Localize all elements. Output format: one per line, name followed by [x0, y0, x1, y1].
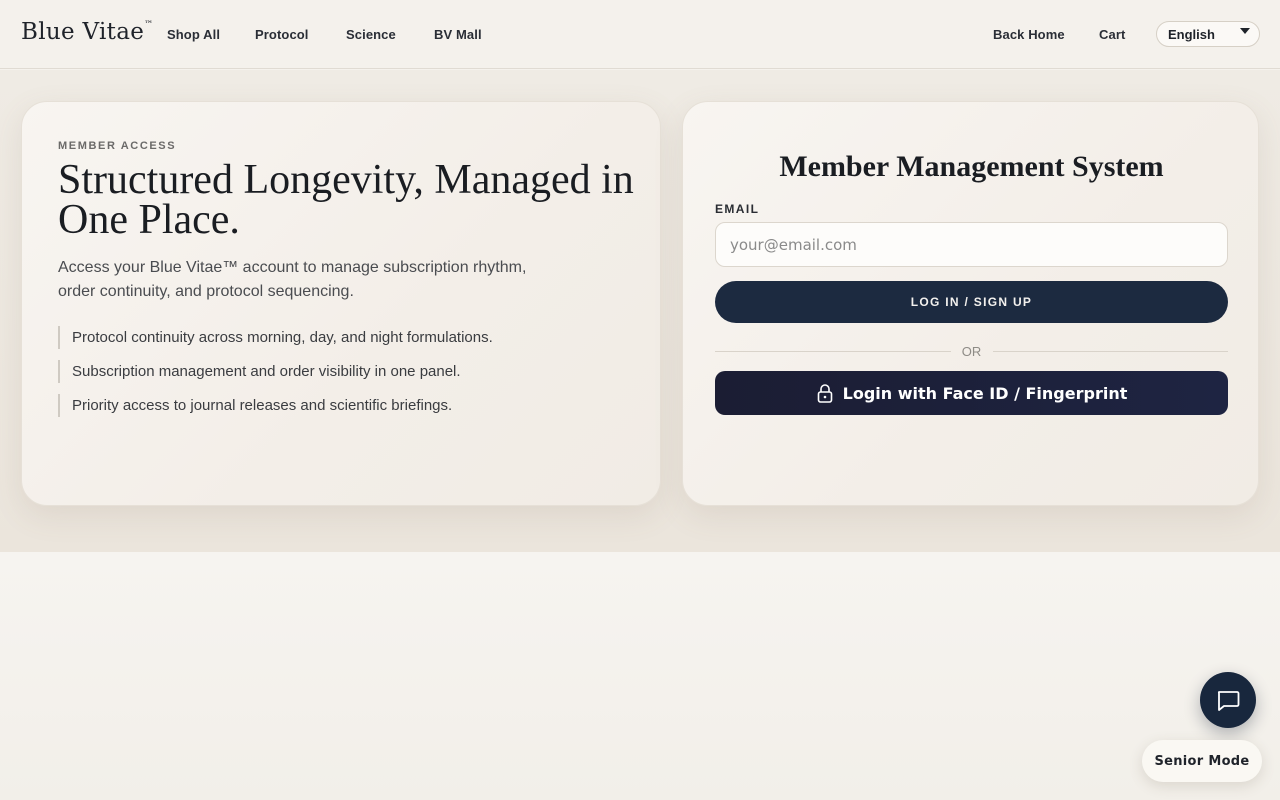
- intro-description: Access your Blue Vitae™ account to manag…: [58, 259, 527, 300]
- nav-protocol[interactable]: Protocol: [255, 27, 309, 42]
- biometric-login-label: Login with Face ID / Fingerprint: [842, 383, 1128, 403]
- or-divider: OR: [715, 343, 1228, 361]
- lock-icon: [817, 384, 832, 403]
- trademark-mark: ™: [144, 20, 154, 31]
- email-label: EMAIL: [715, 202, 760, 216]
- benefit-item: Subscription management and order visibi…: [58, 360, 493, 383]
- chevron-down-icon: [1240, 28, 1250, 34]
- site-header: Blue Vitae™ Shop All Protocol Science BV…: [0, 0, 1280, 69]
- nav-science[interactable]: Science: [346, 27, 396, 42]
- nav-shop-all[interactable]: Shop All: [167, 27, 220, 42]
- cart-link[interactable]: Cart: [1099, 27, 1125, 42]
- senior-mode-button[interactable]: Senior Mode: [1142, 740, 1262, 782]
- chat-button[interactable]: [1200, 672, 1256, 728]
- language-value: English: [1168, 27, 1215, 42]
- benefit-list: Protocol continuity across morning, day,…: [58, 326, 493, 428]
- brand-logo[interactable]: Blue Vitae™: [21, 19, 153, 45]
- login-signup-button[interactable]: LOG IN / SIGN UP: [715, 281, 1228, 323]
- login-title: Member Management System: [779, 150, 1164, 183]
- benefit-item: Protocol continuity across morning, day,…: [58, 326, 493, 349]
- intro-title: Structured Longevity, Managed in One Pla…: [58, 157, 634, 243]
- brand-name: Blue Vitae: [21, 19, 145, 45]
- login-card: Member Management System EMAIL LOG IN / …: [682, 101, 1259, 506]
- intro-eyebrow: MEMBER ACCESS: [58, 140, 177, 152]
- language-select[interactable]: English: [1156, 21, 1260, 47]
- intro-card: MEMBER ACCESS Structured Longevity, Mana…: [21, 101, 661, 506]
- divider-text: OR: [961, 344, 982, 359]
- benefit-item: Priority access to journal releases and …: [58, 394, 493, 417]
- nav-bv-mall[interactable]: BV Mall: [434, 27, 482, 42]
- biometric-login-button[interactable]: Login with Face ID / Fingerprint: [715, 371, 1228, 415]
- chat-bubble-icon: [1217, 691, 1240, 711]
- lower-section: [0, 552, 1280, 800]
- back-home-link[interactable]: Back Home: [993, 27, 1065, 42]
- email-field[interactable]: [715, 222, 1228, 267]
